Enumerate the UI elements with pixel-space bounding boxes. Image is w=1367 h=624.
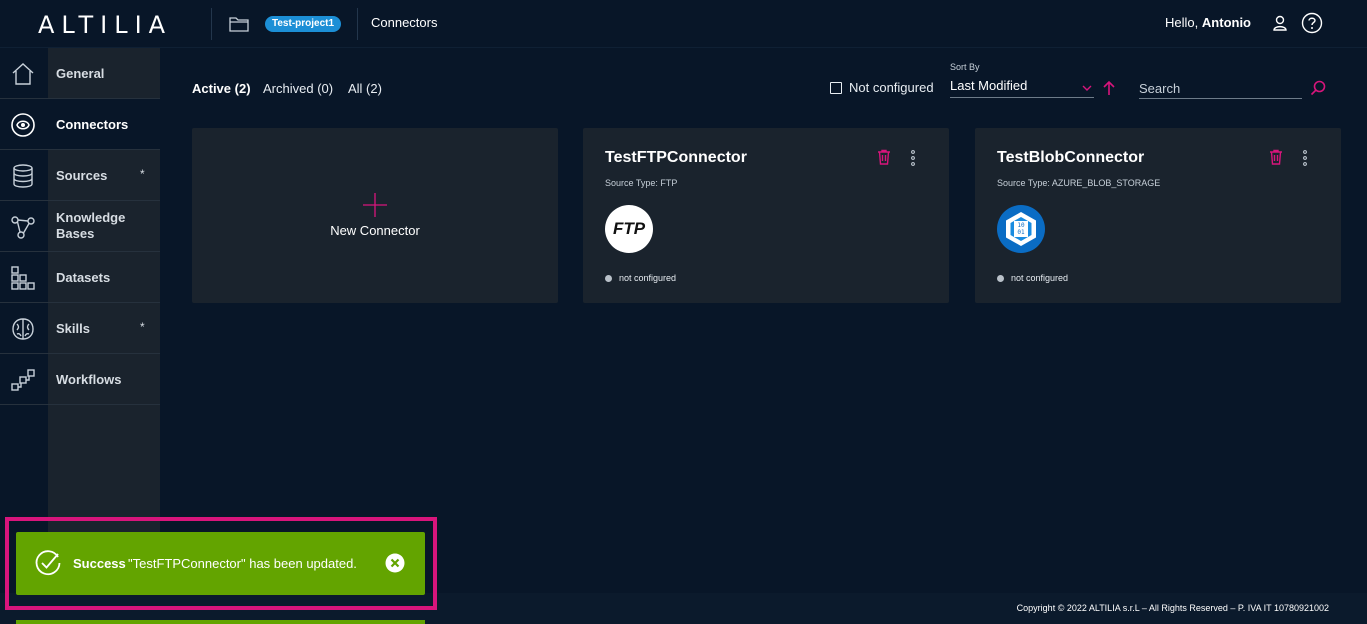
sidebar-item-marker: * <box>140 320 145 334</box>
brain-icon <box>12 318 34 340</box>
sidebar-item-label: Skills <box>56 321 90 336</box>
user-icon[interactable] <box>1271 14 1289 32</box>
connector-card[interactable]: TestFTPConnector Source Type: FTP FTP no… <box>583 128 949 303</box>
database-icon <box>13 164 33 188</box>
sidebar-item-sources[interactable]: Sources * <box>0 150 160 201</box>
sort-by-caption: Sort By <box>950 62 980 72</box>
search-icon[interactable] <box>1310 80 1326 96</box>
more-options-icon[interactable] <box>911 150 915 166</box>
sort-by-select[interactable]: Last Modified <box>950 78 1094 98</box>
close-icon[interactable] <box>385 553 405 573</box>
sidebar-item-datasets[interactable]: Datasets <box>0 252 160 303</box>
azure-blob-logo-text: 10 01 <box>1017 222 1025 236</box>
toast-title: Success <box>73 556 126 571</box>
search-input[interactable] <box>1139 78 1302 99</box>
tab-all[interactable]: All (2) <box>348 81 382 96</box>
more-options-icon[interactable] <box>1303 150 1307 166</box>
not-configured-label[interactable]: Not configured <box>849 80 934 95</box>
success-toast: Success "TestFTPConnector" has been upda… <box>16 532 425 595</box>
sort-ascending-arrow-icon[interactable] <box>1102 80 1116 96</box>
connector-source-type: Source Type: FTP <box>605 178 678 188</box>
trash-icon[interactable] <box>877 149 891 165</box>
tab-active[interactable]: Active (2) <box>192 81 251 96</box>
check-circle-icon <box>35 550 61 576</box>
tab-archived[interactable]: Archived (0) <box>263 81 333 96</box>
home-icon <box>12 63 34 85</box>
sidebar-item-label: Datasets <box>56 270 111 285</box>
workflow-icon <box>11 369 35 391</box>
sidebar-item-connectors[interactable]: Connectors <box>0 99 160 150</box>
dataset-icon <box>11 266 35 290</box>
connector-status: not configured <box>619 273 677 283</box>
altilia-logo[interactable]: ALTILIA <box>38 11 172 39</box>
toast-shadow <box>16 620 425 624</box>
sidebar-item-knowledge-bases[interactable]: Knowledge Bases <box>0 201 160 252</box>
sidebar-item-skills[interactable]: Skills * <box>0 303 160 354</box>
sidebar-item-label: Knowledge Bases <box>56 210 126 241</box>
connector-card[interactable]: TestBlobConnector Source Type: AZURE_BLO… <box>975 128 1341 303</box>
trash-icon[interactable] <box>1269 149 1283 165</box>
connector-status: not configured <box>1011 273 1069 283</box>
chevron-down-icon[interactable] <box>1082 84 1092 92</box>
azure-blob-logo-icon: 10 01 <box>997 205 1045 253</box>
status-dot <box>605 275 612 282</box>
copyright-text: Copyright © 2022 ALTILIA s.r.L – All Rig… <box>1016 603 1329 613</box>
breadcrumb-current: Connectors <box>371 15 438 30</box>
new-connector-label[interactable]: New Connector <box>192 223 558 238</box>
sidebar-item-workflows[interactable]: Workflows <box>0 354 160 405</box>
top-header: ALTILIA Test-project1 Connectors Hello, … <box>0 0 1367 48</box>
graph-icon <box>11 216 35 239</box>
connector-name[interactable]: TestFTPConnector <box>605 149 747 167</box>
header-divider <box>357 8 358 40</box>
project-badge[interactable]: Test-project1 <box>265 16 342 32</box>
sidebar-item-label: Connectors <box>56 117 129 132</box>
user-greeting: Hello, Antonio <box>1165 15 1251 30</box>
folder-icon[interactable] <box>229 16 249 32</box>
ftp-logo-text: FTP <box>612 219 646 238</box>
ftp-logo-icon: FTP <box>605 205 653 253</box>
header-divider <box>211 8 212 40</box>
connector-name[interactable]: TestBlobConnector <box>997 149 1144 167</box>
plus-icon[interactable] <box>362 192 388 218</box>
sidebar-item-general[interactable]: General <box>0 48 160 99</box>
sidebar-item-label: Workflows <box>56 372 122 387</box>
connector-icon <box>11 113 35 137</box>
sidebar-item-label: General <box>56 66 105 81</box>
toast-message: "TestFTPConnector" has been updated. <box>128 556 357 571</box>
sidebar-item-label: Sources <box>56 168 108 183</box>
not-configured-checkbox[interactable] <box>830 82 842 94</box>
connector-source-type: Source Type: AZURE_BLOB_STORAGE <box>997 178 1161 188</box>
help-icon[interactable] <box>1301 12 1323 34</box>
sidebar-item-marker: * <box>140 167 145 181</box>
status-dot <box>997 275 1004 282</box>
new-connector-card[interactable]: New Connector <box>192 128 558 303</box>
